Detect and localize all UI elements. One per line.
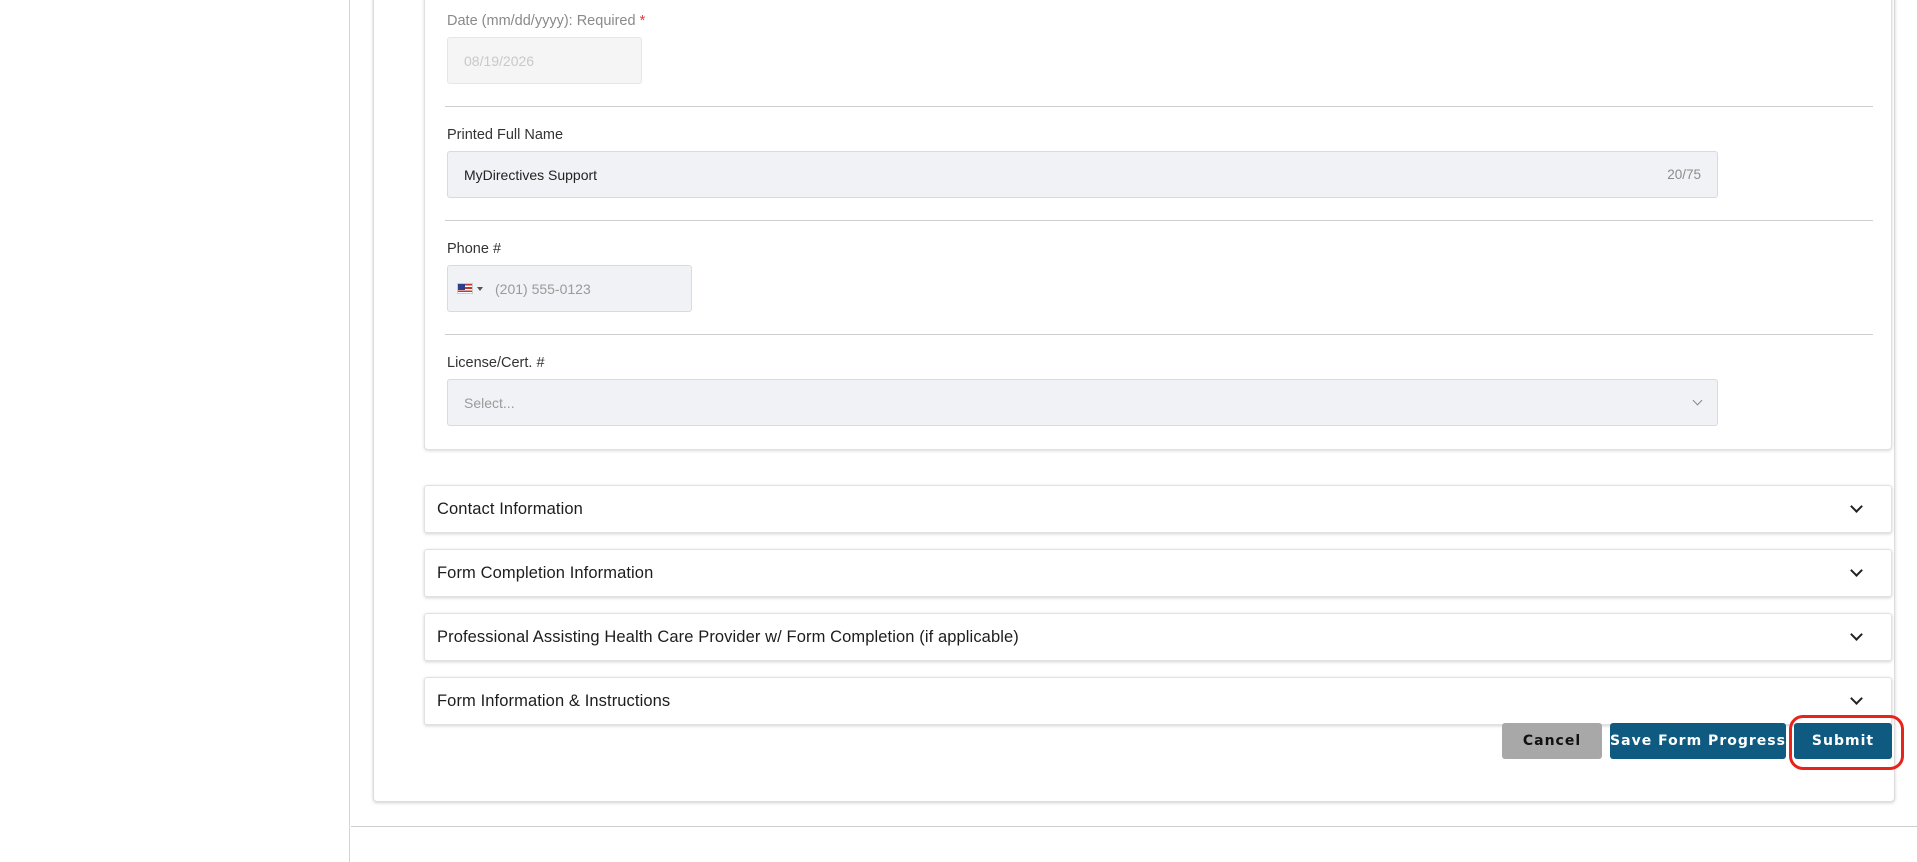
license-select[interactable]: Select... <box>447 379 1718 426</box>
divider <box>445 334 1873 335</box>
accordion-title: Form Completion Information <box>437 563 654 582</box>
chevron-down-icon <box>1850 628 1863 641</box>
accordion-form-information[interactable]: Form Information & Instructions <box>424 677 1892 725</box>
left-sidebar <box>0 0 350 862</box>
printed-name-label: Printed Full Name <box>447 127 564 143</box>
country-selector[interactable] <box>457 283 483 294</box>
form-card: Date (mm/dd/yyyy): Required * 08/19/2026… <box>373 0 1904 802</box>
main-content: Date (mm/dd/yyyy): Required * 08/19/2026… <box>351 0 1917 862</box>
accordion-contact-information[interactable]: Contact Information <box>424 485 1892 533</box>
accordion-title: Form Information & Instructions <box>437 691 671 710</box>
date-field: 08/19/2026 <box>447 37 642 84</box>
cancel-button[interactable]: Cancel <box>1502 723 1602 759</box>
footer-divider <box>351 826 1917 827</box>
required-mark: * <box>639 13 646 29</box>
chevron-down-icon <box>1692 395 1703 406</box>
printed-name-value: MyDirectives Support <box>464 166 598 183</box>
date-label: Date (mm/dd/yyyy): Required * <box>447 13 645 29</box>
chevron-down-icon <box>1850 564 1863 577</box>
accordion-form-completion[interactable]: Form Completion Information <box>424 549 1892 597</box>
char-counter: 20/75 <box>1667 167 1701 182</box>
phone-input[interactable]: (201) 555-0123 <box>447 265 692 312</box>
date-label-text: Date (mm/dd/yyyy): Required <box>447 13 636 29</box>
accordion-title: Contact Information <box>437 499 583 518</box>
date-value: 08/19/2026 <box>464 52 535 69</box>
submit-button[interactable]: Submit <box>1794 723 1892 759</box>
accordion-title: Professional Assisting Health Care Provi… <box>437 627 1019 646</box>
caret-down-icon <box>477 286 483 291</box>
divider <box>445 106 1873 107</box>
chevron-down-icon <box>1850 500 1863 513</box>
license-placeholder: Select... <box>464 394 515 411</box>
phone-placeholder: (201) 555-0123 <box>495 280 591 297</box>
accordion-professional-assisting[interactable]: Professional Assisting Health Care Provi… <box>424 613 1892 661</box>
printed-name-input[interactable]: MyDirectives Support 20/75 <box>447 151 1718 198</box>
phone-label: Phone # <box>447 241 502 257</box>
license-label: License/Cert. # <box>447 355 545 371</box>
save-form-progress-button[interactable]: Save Form Progress <box>1610 723 1786 759</box>
chevron-down-icon <box>1850 692 1863 705</box>
divider <box>445 220 1873 221</box>
provider-section-panel: Date (mm/dd/yyyy): Required * 08/19/2026… <box>424 0 1892 450</box>
us-flag-icon <box>457 283 473 294</box>
